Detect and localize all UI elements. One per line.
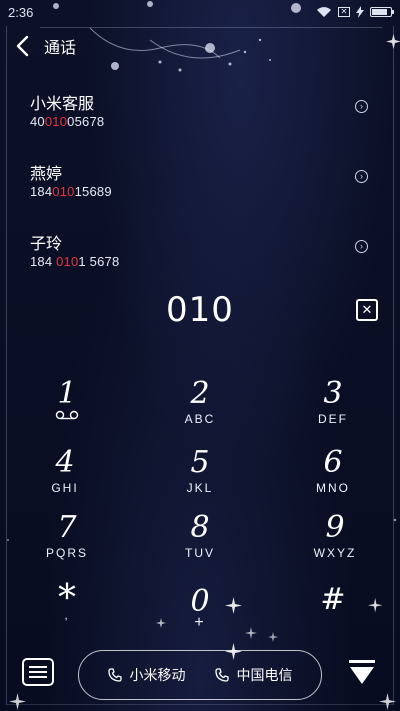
key-digit: 5	[190, 445, 210, 480]
header: 通话	[14, 34, 76, 58]
battery-icon	[370, 7, 394, 17]
call-sim-bar: 小米移动 中国电信	[78, 650, 322, 700]
key-7[interactable]: 7 PQRS	[12, 512, 122, 572]
key-hash[interactable]: #	[278, 584, 388, 644]
contact-detail-chevron-icon[interactable]: ›	[355, 170, 368, 183]
key-digit: 9	[325, 510, 345, 545]
key-0[interactable]: 0 +	[145, 586, 255, 646]
key-letters: MNO	[316, 481, 350, 495]
contact-number: 184 0101 5678	[30, 254, 120, 269]
contact-number: 18401015689	[30, 184, 112, 199]
key-digit: 8	[190, 510, 210, 545]
no-sim-icon: ✕	[338, 7, 350, 17]
key-letters: +	[194, 614, 206, 631]
key-letters: GHI	[51, 481, 79, 495]
contact-suggestion[interactable]: 燕婷 18401015689 ›	[30, 160, 370, 216]
contact-suggestion[interactable]: 小米客服 4001005678 ›	[30, 90, 370, 146]
key-star[interactable]: * ,	[12, 581, 122, 644]
key-digit: 1	[57, 376, 77, 411]
key-5[interactable]: 5 JKL	[145, 447, 255, 507]
phone-icon	[214, 668, 229, 682]
key-3[interactable]: 3 DEF	[278, 378, 388, 438]
key-digit: 4	[55, 445, 75, 480]
contact-number: 4001005678	[30, 114, 105, 129]
number-match: 010	[52, 184, 75, 199]
contact-detail-chevron-icon[interactable]: ›	[355, 100, 368, 113]
key-6[interactable]: 6 MNO	[278, 447, 388, 507]
menu-icon[interactable]	[22, 658, 54, 686]
key-1[interactable]: 1	[12, 378, 122, 438]
key-digit: 6	[323, 445, 343, 480]
key-digit: #	[320, 582, 346, 617]
page-title: 通话	[44, 40, 77, 57]
contact-name: 小米客服	[30, 96, 95, 113]
voicemail-icon	[55, 410, 79, 420]
key-digit: 2	[190, 376, 210, 411]
sim1-label: 小米移动	[129, 667, 186, 683]
contact-suggestion[interactable]: 子玲 184 0101 5678 ›	[30, 230, 370, 286]
status-icons: ✕	[316, 6, 394, 18]
key-8[interactable]: 8 TUV	[145, 512, 255, 572]
contact-name: 燕婷	[30, 166, 63, 183]
key-letters: TUV	[185, 546, 215, 560]
status-time: 2:36	[8, 4, 34, 20]
wifi-icon	[317, 7, 331, 17]
battery-level	[372, 9, 387, 15]
charging-icon	[356, 6, 364, 18]
backspace-icon[interactable]: ✕	[356, 299, 378, 321]
call-sim1-button[interactable]: 小米移动	[107, 665, 186, 685]
number-match: 010	[44, 114, 68, 129]
number-match: 010	[56, 254, 79, 269]
key-9[interactable]: 9 WXYZ	[280, 512, 390, 572]
contact-detail-chevron-icon[interactable]: ›	[355, 240, 368, 253]
key-digit: 7	[57, 510, 77, 545]
key-4[interactable]: 4 GHI	[10, 447, 120, 507]
contact-name: 子玲	[30, 236, 63, 253]
status-bar: 2:36 ✕	[0, 0, 400, 24]
key-letters: DEF	[318, 412, 348, 426]
decorative-frame-top	[40, 27, 382, 28]
key-letters: WXYZ	[313, 546, 357, 560]
call-sim2-button[interactable]: 中国电信	[214, 665, 293, 685]
dialed-number-display: 010	[166, 290, 234, 330]
key-letters: ABC	[184, 412, 216, 426]
key-digit: 3	[323, 376, 343, 411]
key-letters: ,	[64, 608, 70, 622]
key-letters: PQRS	[45, 546, 88, 560]
hide-keypad-icon[interactable]	[348, 658, 376, 686]
key-2[interactable]: 2 ABC	[145, 378, 255, 438]
chevron-left-icon[interactable]	[14, 35, 32, 57]
phone-icon	[107, 668, 122, 682]
sim2-label: 中国电信	[236, 667, 293, 683]
key-letters: JKL	[186, 481, 214, 495]
